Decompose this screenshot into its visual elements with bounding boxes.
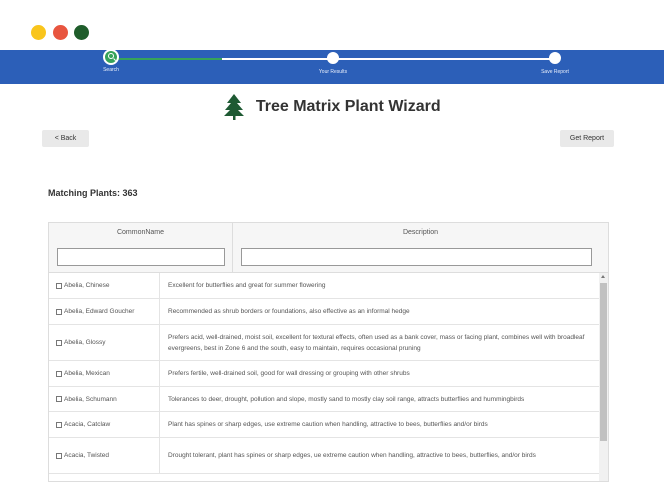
table-row[interactable]: Acacia, Catclaw Plant has spines or shar… [49, 412, 600, 438]
page-header: Tree Matrix Plant Wizard [0, 93, 664, 121]
step-save-report[interactable]: Save Report [520, 52, 590, 75]
plant-description: Prefers fertile, well-drained soil, good… [168, 370, 410, 377]
plant-name: Abelia, Edward Goucher [64, 308, 135, 315]
row-checkbox[interactable] [56, 308, 62, 315]
table-row[interactable]: Abelia, Schumann Tolerances to deer, dro… [49, 387, 600, 412]
name-cell: Abelia, Schumann [49, 387, 160, 411]
plant-name: Acacia, Twisted [64, 452, 110, 459]
table-row[interactable]: Abelia, Edward Goucher Recommended as sh… [49, 299, 600, 325]
name-cell: Abelia, Mexican [49, 361, 160, 386]
description-filter-input[interactable] [241, 248, 592, 266]
matching-count: Matching Plants: 363 [48, 188, 138, 198]
plant-description: Recommended as shrub borders or foundati… [168, 308, 410, 315]
table-body: Abelia, Chinese Excellent for butterflie… [49, 273, 600, 474]
column-header-description[interactable]: Description [233, 223, 608, 243]
tree-icon [224, 94, 245, 120]
name-cell: Abelia, Edward Goucher [49, 299, 160, 324]
scroll-up-icon[interactable] [601, 275, 605, 278]
common-name-filter-input[interactable] [57, 248, 225, 266]
row-checkbox[interactable] [56, 370, 62, 377]
scrollbar-thumb[interactable] [600, 283, 607, 441]
row-checkbox[interactable] [56, 421, 62, 428]
plant-description: Tolerances to deer, drought, pollution a… [168, 395, 525, 403]
step-your-results[interactable]: Your Results [298, 52, 368, 75]
plant-description: Excellent for butterflies and great for … [168, 282, 326, 289]
step-label: Your Results [318, 69, 348, 75]
row-checkbox[interactable] [56, 396, 62, 402]
plant-name: Abelia, Schumann [64, 395, 117, 403]
window-close-button[interactable] [53, 25, 68, 40]
window-maximize-button[interactable] [74, 25, 89, 40]
name-cell: Abelia, Glossy [49, 325, 160, 360]
plant-name: Acacia, Catclaw [64, 421, 111, 428]
get-report-button[interactable]: Get Report [560, 130, 614, 147]
step-label: Save Report [541, 69, 569, 75]
wizard-progress-bar: Search Your Results Save Report [0, 49, 664, 84]
plant-description: Drought tolerant, plant has spines or sh… [168, 452, 536, 459]
progress-track-remaining [222, 58, 555, 60]
table-row[interactable]: Abelia, Chinese Excellent for butterflie… [49, 273, 600, 299]
plant-name: Abelia, Mexican [64, 370, 110, 377]
window-minimize-button[interactable] [31, 25, 46, 40]
name-cell: Abelia, Chinese [49, 273, 160, 298]
name-cell: Acacia, Catclaw [49, 412, 160, 437]
plant-name: Abelia, Chinese [64, 282, 110, 289]
table-scrollbar[interactable] [599, 273, 608, 481]
table-row[interactable]: Acacia, Twisted Drought tolerant, plant … [49, 438, 600, 474]
row-checkbox[interactable] [56, 339, 62, 346]
step-search[interactable]: Search [76, 49, 146, 73]
table-row[interactable]: Abelia, Glossy Prefers acid, well-draine… [49, 325, 600, 361]
table-header: CommonName Description [49, 223, 608, 273]
name-cell: Acacia, Twisted [49, 438, 160, 473]
step-label: Search [103, 67, 119, 73]
plant-description: Plant has spines or sharp edges, use ext… [168, 421, 488, 428]
plants-table: CommonName Description Abelia, Chinese E… [48, 222, 609, 482]
step-circle-icon [549, 52, 561, 64]
row-checkbox[interactable] [56, 452, 62, 459]
step-circle-icon [327, 52, 339, 64]
table-row[interactable]: Abelia, Mexican Prefers fertile, well-dr… [49, 361, 600, 387]
page-title: Tree Matrix Plant Wizard [255, 98, 441, 115]
row-checkbox[interactable] [56, 282, 62, 289]
search-icon [103, 49, 119, 65]
plant-name: Abelia, Glossy [64, 339, 106, 346]
back-button[interactable]: < Back [42, 130, 89, 147]
plant-description: Prefers acid, well-drained, moist soil, … [168, 333, 585, 352]
